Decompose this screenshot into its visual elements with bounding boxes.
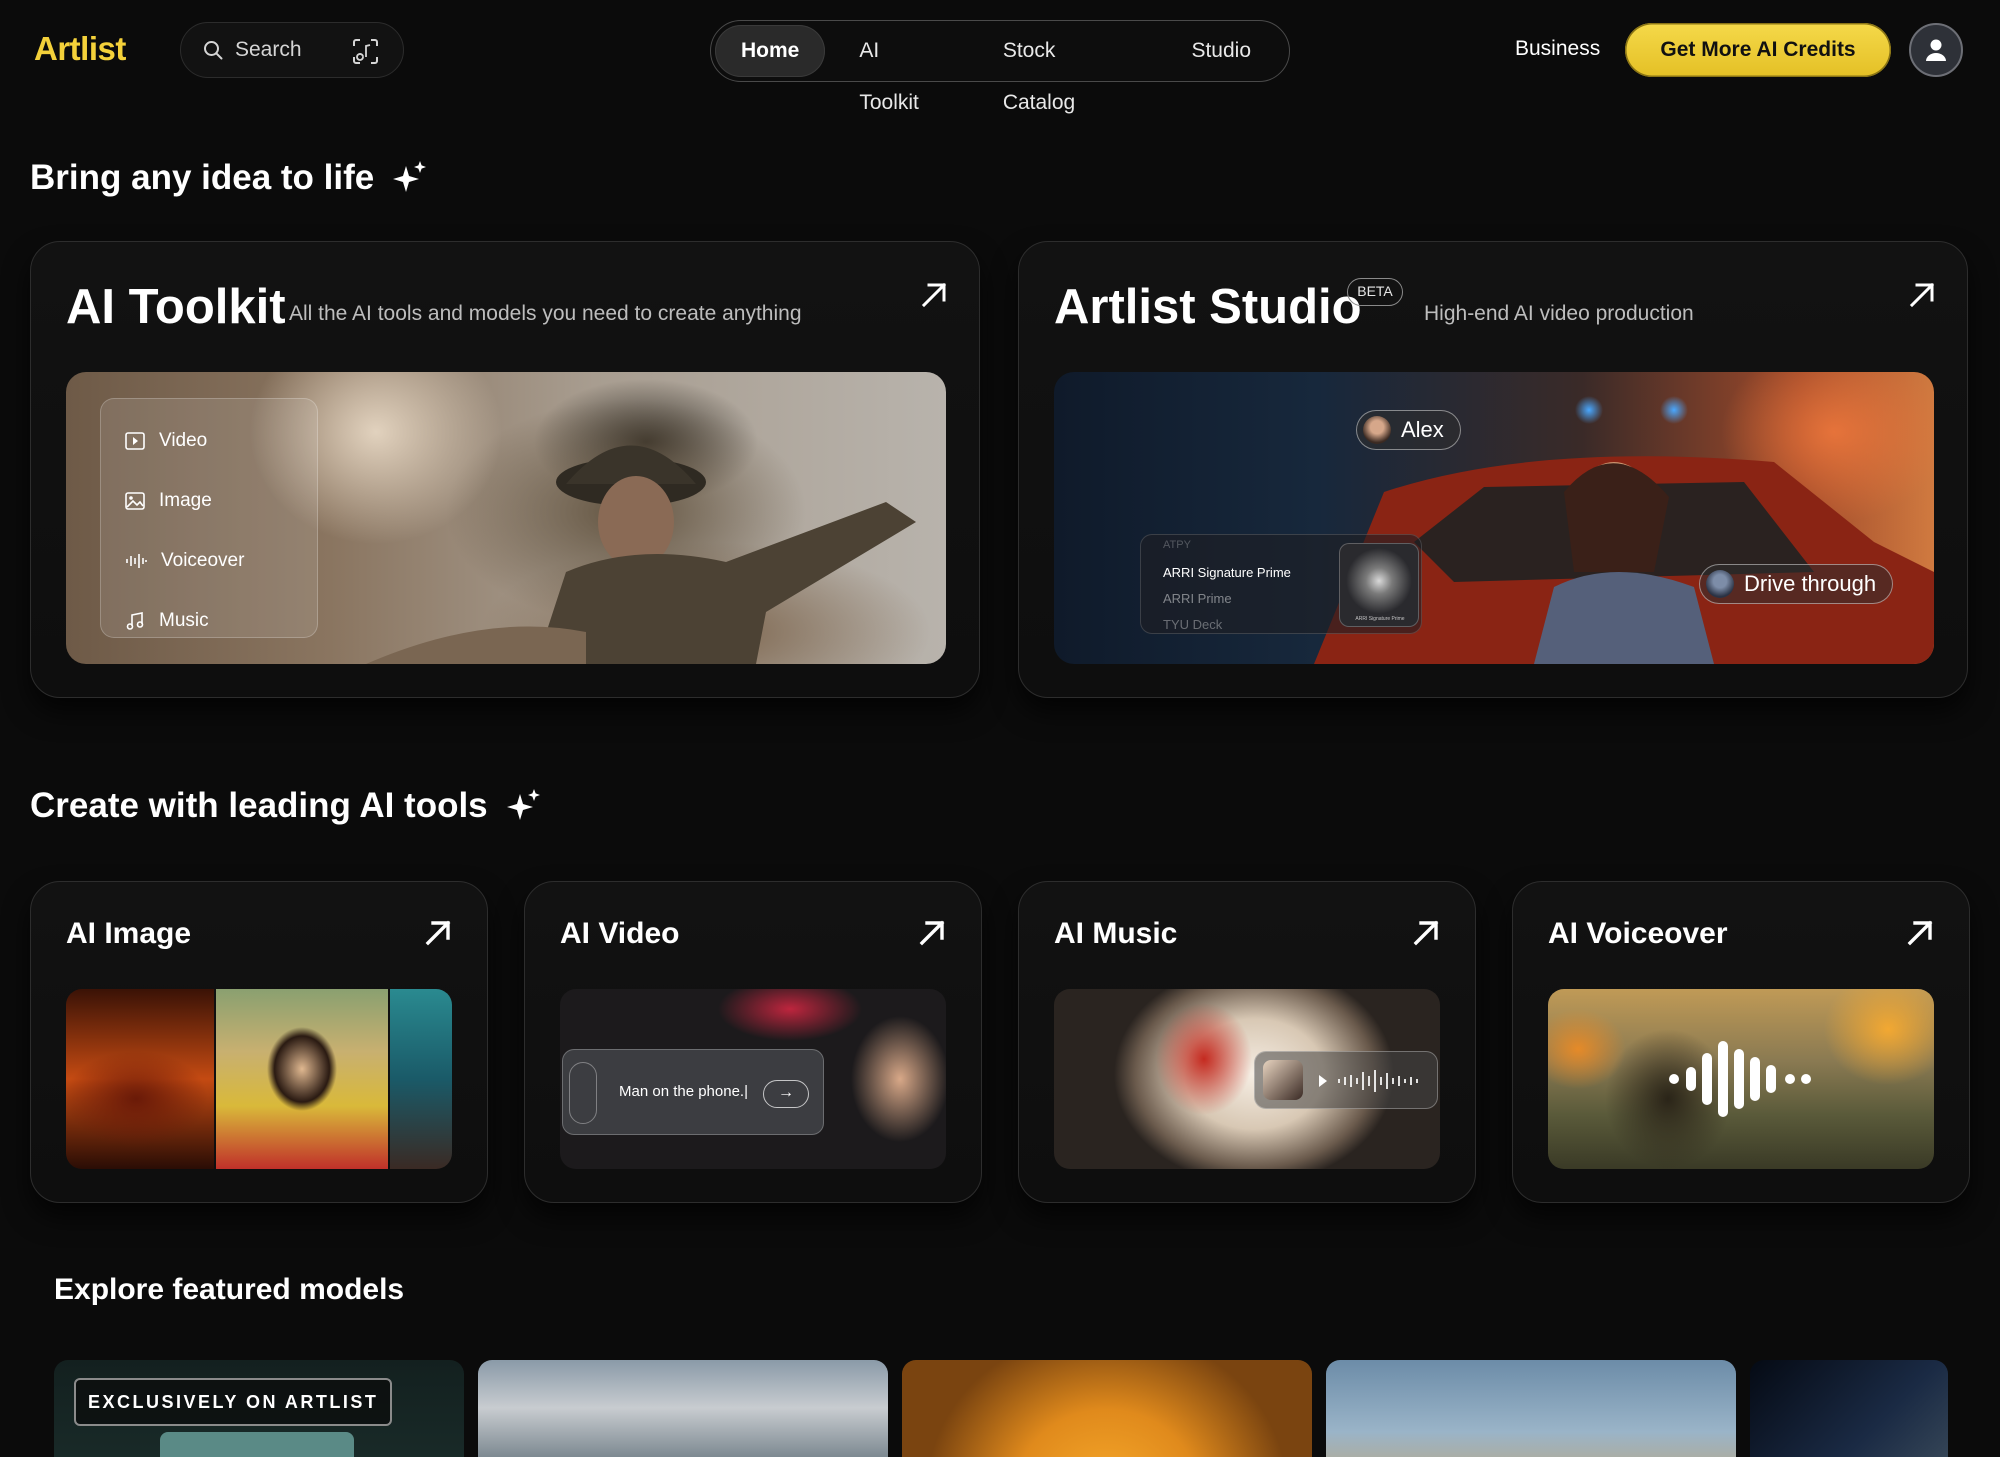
tunnel-image (66, 989, 214, 1169)
visual-search-icon[interactable] (352, 38, 379, 65)
alex-avatar (1363, 416, 1391, 444)
menu-item-video[interactable]: Video (101, 411, 317, 471)
beta-badge: BETA (1347, 278, 1403, 306)
shopper-image (216, 989, 388, 1169)
ai-music-card[interactable]: AI Music (1018, 881, 1476, 1203)
car-scene-preview-image: Alex Drive through ATPY ARRI Signature P… (1054, 372, 1934, 664)
lens-option-2: ARRI Prime (1163, 591, 1232, 606)
hero-heading: Bring any idea to life (30, 158, 428, 198)
featured-model-card-1[interactable]: EXCLUSIVELY ON ARTLIST (54, 1360, 464, 1457)
get-credits-button[interactable]: Get More AI Credits (1625, 23, 1891, 77)
model-thumbnail (160, 1432, 354, 1457)
ai-toolkit-subtitle: All the AI tools and models you need to … (289, 302, 802, 325)
tab-studio[interactable]: Studio (1165, 25, 1277, 77)
artlist-logo[interactable]: Artlist (34, 30, 126, 68)
ai-video-card[interactable]: AI Video Man on the phone.| → (524, 881, 982, 1203)
search-icon (204, 41, 223, 60)
artlist-studio-title: Artlist Studio (1054, 280, 1362, 334)
lens-selector-panel[interactable]: ATPY ARRI Signature Prime ARRI Prime TYU… (1140, 534, 1422, 634)
tab-stock-catalog[interactable]: Stock Catalog (977, 25, 1158, 114)
lens-thumbnail: ARRI Signature Prime (1339, 543, 1419, 627)
menu-item-voiceover-label: Voiceover (161, 550, 245, 571)
audio-player-chip[interactable] (1254, 1051, 1438, 1109)
ai-music-title: AI Music (1054, 917, 1178, 950)
sparkle-icon (393, 161, 427, 192)
ai-toolkit-card[interactable]: AI Toolkit All the AI tools and models y… (30, 241, 980, 698)
business-link[interactable]: Business (1515, 37, 1600, 61)
artlist-studio-subtitle: High-end AI video production (1424, 302, 1694, 325)
video-play-icon (125, 432, 145, 450)
ai-voiceover-card[interactable]: AI Voiceover (1512, 881, 1970, 1203)
search-label: Search (235, 38, 302, 61)
arrow-up-right-icon[interactable] (423, 918, 453, 948)
prompt-icons (569, 1062, 597, 1124)
featured-model-card-2[interactable] (478, 1360, 888, 1457)
tool-type-menu: Video Image Voiceover Music (100, 398, 318, 638)
soldier-preview-image: Video Image Voiceover Music (66, 372, 946, 664)
scene-tag-drive-through[interactable]: Drive through (1699, 564, 1894, 604)
arrow-up-right-icon[interactable] (1905, 918, 1935, 948)
image-icon (125, 492, 145, 510)
menu-item-voiceover[interactable]: Voiceover (101, 531, 317, 591)
tab-home[interactable]: Home (715, 25, 826, 77)
search-button[interactable]: Search (180, 22, 404, 78)
arrow-up-right-icon[interactable] (1411, 918, 1441, 948)
video-prompt-text: Man on the phone.| (619, 1083, 748, 1100)
artlist-studio-card[interactable]: Artlist Studio BETA High-end AI video pr… (1018, 241, 1968, 698)
track-thumbnail (1263, 1060, 1303, 1100)
character-tag-label: Alex (1401, 417, 1444, 442)
menu-item-music-label: Music (159, 610, 209, 631)
featured-model-card-5[interactable] (1750, 1360, 1948, 1457)
user-icon (1926, 39, 1946, 61)
menu-item-image-label: Image (159, 490, 212, 511)
menu-item-image[interactable]: Image (101, 471, 317, 531)
music-note-icon (126, 612, 144, 630)
menu-item-music[interactable]: Music (101, 591, 317, 651)
top-bar: Artlist Search Home AI Toolkit Stock Cat… (0, 0, 2000, 114)
voice-waveform-icon (1669, 1041, 1811, 1117)
arrow-up-right-icon[interactable] (1907, 280, 1937, 310)
hero-title: Bring any idea to life (30, 158, 375, 197)
menu-item-video-label: Video (159, 430, 208, 451)
featured-model-card-3[interactable] (902, 1360, 1312, 1457)
ai-image-card[interactable]: AI Image (30, 881, 488, 1203)
beach-image (390, 989, 452, 1169)
ai-voiceover-preview (1548, 989, 1934, 1169)
lens-option-0: ATPY (1163, 539, 1191, 551)
ai-toolkit-title: AI Toolkit (66, 280, 286, 334)
video-prompt-box[interactable]: Man on the phone.| → (562, 1049, 824, 1135)
featured-model-card-4[interactable] (1326, 1360, 1736, 1457)
user-avatar[interactable] (1909, 23, 1963, 77)
waveform-icon (1319, 1070, 1418, 1092)
tab-ai-toolkit[interactable]: AI Toolkit (833, 25, 968, 114)
character-tag-alex[interactable]: Alex (1356, 410, 1461, 450)
tools-title: Create with leading AI tools (30, 786, 488, 825)
ai-music-preview (1054, 989, 1440, 1169)
submit-arrow-icon[interactable]: → (763, 1080, 809, 1108)
ai-image-title: AI Image (66, 917, 192, 950)
featured-heading: Explore featured models (54, 1273, 405, 1306)
ai-image-preview (66, 989, 452, 1169)
lens-caption: ARRI Signature Prime (1355, 616, 1405, 622)
ai-voiceover-title: AI Voiceover (1548, 917, 1728, 950)
lens-option-3: TYU Deck (1163, 617, 1223, 632)
main-nav: Home AI Toolkit Stock Catalog Studio (710, 20, 1290, 114)
waveform-icon (126, 554, 147, 568)
arrow-up-right-icon[interactable] (917, 918, 947, 948)
scene-thumbnail (1706, 570, 1734, 598)
lens-option-1: ARRI Signature Prime (1163, 565, 1291, 580)
arrow-up-right-icon[interactable] (919, 280, 949, 310)
ai-video-preview: Man on the phone.| → (560, 989, 946, 1169)
scene-tag-label: Drive through (1744, 571, 1877, 596)
tools-heading: Create with leading AI tools (30, 786, 542, 826)
exclusive-badge: EXCLUSIVELY ON ARTLIST (74, 1378, 393, 1426)
ai-video-title: AI Video (560, 917, 680, 950)
sparkle-icon (506, 789, 540, 820)
